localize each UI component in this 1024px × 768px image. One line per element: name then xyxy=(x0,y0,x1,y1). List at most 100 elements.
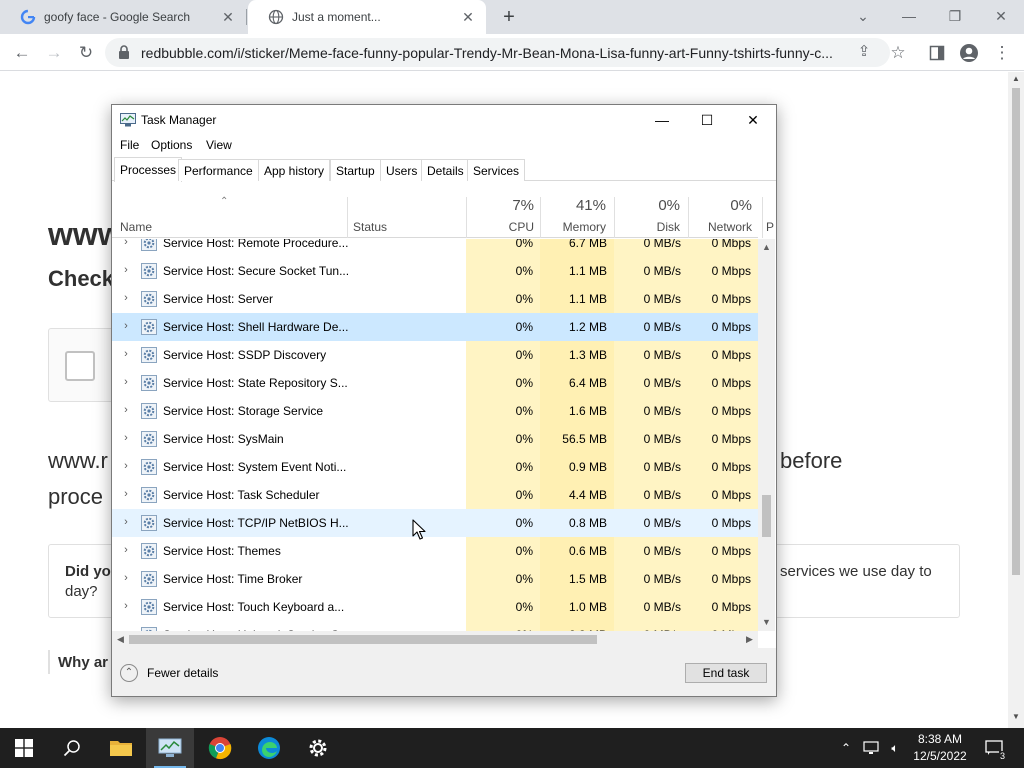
process-row[interactable]: › Service Host: TCP/IP NetBIOS H... 0% 0.8 … xyxy=(112,509,758,537)
tab-details[interactable]: Details xyxy=(421,159,470,181)
expand-chevron-icon[interactable]: › xyxy=(121,432,131,446)
menu-view[interactable]: View xyxy=(206,138,232,152)
process-row[interactable]: › Service Host: Server 0% 1.1 MB 0 MB/s 0 Mbp… xyxy=(112,285,758,313)
process-row[interactable]: › Service Host: Task Scheduler 0% 4.4 MB 0 M… xyxy=(112,481,758,509)
start-icon[interactable] xyxy=(0,728,48,768)
column-memory[interactable]: Memory xyxy=(540,220,606,234)
network-icon[interactable] xyxy=(860,728,882,768)
volume-icon[interactable]: 🔈︎ xyxy=(884,728,906,768)
tab-startup[interactable]: Startup xyxy=(330,159,381,181)
expand-chevron-icon[interactable]: › xyxy=(121,292,131,306)
expand-chevron-icon[interactable]: › xyxy=(121,348,131,362)
captcha-checkbox[interactable] xyxy=(65,351,95,381)
address-bar[interactable]: redbubble.com/i/sticker/Meme-face-funny-… xyxy=(105,38,890,67)
process-row[interactable]: › Service Host: State Repository S... 0% 6.… xyxy=(112,369,758,397)
fewer-details-button[interactable]: ⌃ Fewer details xyxy=(120,664,218,682)
taskbar-clock[interactable]: 8:38 AM 12/5/2022 xyxy=(908,731,972,765)
vertical-scrollbar[interactable]: ▲ ▼ xyxy=(758,239,775,631)
menu-options[interactable]: Options xyxy=(151,138,192,152)
column-status[interactable]: Status xyxy=(353,220,387,234)
close-tab-icon[interactable]: ✕ xyxy=(220,9,236,25)
expand-chevron-icon[interactable]: › xyxy=(121,572,131,586)
process-row[interactable]: › Service Host: SSDP Discovery 0% 1.3 MB 0 M… xyxy=(112,341,758,369)
expand-chevron-icon[interactable]: › xyxy=(121,320,131,334)
expand-chevron-icon[interactable]: › xyxy=(121,376,131,390)
forward-icon[interactable]: → xyxy=(42,41,66,65)
minimize-icon[interactable]: — xyxy=(639,105,685,135)
process-row[interactable]: › Service Host: Themes 0% 0.6 MB 0 MB/s 0 Mbp… xyxy=(112,537,758,565)
expand-chevron-icon[interactable]: › xyxy=(121,516,131,530)
chrome-menu-icon[interactable]: ⋮ xyxy=(990,41,1014,65)
end-task-button[interactable]: End task xyxy=(685,663,767,683)
tab-search-chevron-icon[interactable]: ⌄ xyxy=(850,5,876,27)
edge-icon[interactable] xyxy=(245,728,293,768)
column-disk[interactable]: Disk xyxy=(614,220,680,234)
expand-chevron-icon[interactable]: › xyxy=(121,488,131,502)
maximize-icon[interactable]: ☐ xyxy=(684,105,730,135)
expand-chevron-icon[interactable]: › xyxy=(121,404,131,418)
process-row[interactable]: › Service Host: Shell Hardware De... 0% 1.2… xyxy=(112,313,758,341)
expand-chevron-icon[interactable]: › xyxy=(121,544,131,558)
file-explorer-icon[interactable] xyxy=(97,728,145,768)
page-scrollbar[interactable]: ▲ ▼ xyxy=(1008,72,1024,728)
tab-processes[interactable]: Processes xyxy=(114,157,183,182)
search-icon[interactable] xyxy=(48,728,96,768)
process-row[interactable]: › Service Host: SysMain 0% 56.5 MB 0 MB/s 0 M… xyxy=(112,425,758,453)
tab-services[interactable]: Services xyxy=(467,159,526,181)
horizontal-scrollbar[interactable]: ◀ ▶ xyxy=(112,631,758,648)
back-icon[interactable]: ← xyxy=(10,41,34,65)
browser-tab-just-a-moment[interactable]: Just a moment... ✕ xyxy=(248,0,486,34)
new-tab-button[interactable]: + xyxy=(499,7,519,27)
scrollbar-thumb[interactable] xyxy=(1012,88,1020,575)
expand-chevron-icon[interactable]: › xyxy=(121,264,131,278)
side-panel-icon[interactable] xyxy=(925,41,949,65)
column-network[interactable]: Network xyxy=(688,220,752,234)
process-row[interactable]: › Service Host: Secure Socket Tun... 0% 1.1… xyxy=(112,257,758,285)
profile-avatar-icon[interactable] xyxy=(957,41,981,65)
lock-icon[interactable] xyxy=(117,44,131,60)
scroll-up-icon[interactable]: ▲ xyxy=(1008,74,1024,88)
column-divider[interactable] xyxy=(347,197,348,238)
reload-icon[interactable]: ↻ xyxy=(74,41,98,65)
notification-center-icon[interactable]: 3 xyxy=(980,728,1008,768)
share-icon[interactable]: ⇪ xyxy=(855,43,873,61)
expand-chevron-icon[interactable]: › xyxy=(121,239,131,250)
menu-file[interactable]: File xyxy=(120,138,139,152)
scroll-down-icon[interactable]: ▼ xyxy=(1008,712,1024,726)
process-row[interactable]: › Service Host: Touch Keyboard a... 0% 1.0 … xyxy=(112,593,758,621)
close-window-icon[interactable]: ✕ xyxy=(988,5,1014,27)
column-name[interactable]: Name xyxy=(120,220,152,234)
scroll-right-icon[interactable]: ▶ xyxy=(741,631,758,648)
task-manager-icon[interactable] xyxy=(146,728,194,768)
scroll-down-icon[interactable]: ▼ xyxy=(758,614,775,631)
scrollbar-thumb[interactable] xyxy=(129,635,597,644)
expand-chevron-icon[interactable]: › xyxy=(121,600,131,614)
close-tab-icon[interactable]: ✕ xyxy=(460,9,476,25)
restore-icon[interactable]: ❐ xyxy=(942,5,968,27)
tab-performance[interactable]: Performance xyxy=(178,159,259,181)
column-divider[interactable] xyxy=(762,197,763,238)
chrome-icon[interactable] xyxy=(196,728,244,768)
column-power[interactable]: P xyxy=(766,220,776,234)
scroll-left-icon[interactable]: ◀ xyxy=(112,631,129,648)
show-hidden-icons-chevron-icon[interactable]: ⌃ xyxy=(836,728,856,768)
window-title: Task Manager xyxy=(141,113,217,127)
process-row[interactable]: ›Service Host: Unistack Service G...0%2.… xyxy=(112,621,758,631)
process-row[interactable]: › Service Host: Time Broker 0% 1.5 MB 0 MB/s… xyxy=(112,565,758,593)
browser-tab-google-search[interactable]: goofy face - Google Search ✕ xyxy=(0,0,246,34)
process-row[interactable]: › Service Host: Storage Service 0% 1.6 MB 0 … xyxy=(112,397,758,425)
settings-icon[interactable] xyxy=(294,728,342,768)
task-manager-titlebar[interactable]: Task Manager — ☐ ✕ xyxy=(112,105,776,135)
process-row[interactable]: › Service Host: System Event Noti... 0% 0.9… xyxy=(112,453,758,481)
close-icon[interactable]: ✕ xyxy=(730,105,776,135)
scroll-up-icon[interactable]: ▲ xyxy=(758,239,775,256)
tab-app-history[interactable]: App history xyxy=(258,159,331,181)
url-text[interactable]: redbubble.com/i/sticker/Meme-face-funny-… xyxy=(141,45,856,61)
expand-chevron-icon[interactable]: › xyxy=(121,460,131,474)
minimize-icon[interactable]: — xyxy=(896,5,922,27)
scrollbar-thumb[interactable] xyxy=(762,495,771,537)
column-cpu[interactable]: CPU xyxy=(466,220,534,234)
process-row[interactable]: › Service Host: Remote Procedure... 0% 6.7 … xyxy=(112,239,758,257)
tab-users[interactable]: Users xyxy=(380,159,424,181)
bookmark-star-icon[interactable]: ☆ xyxy=(886,41,910,65)
